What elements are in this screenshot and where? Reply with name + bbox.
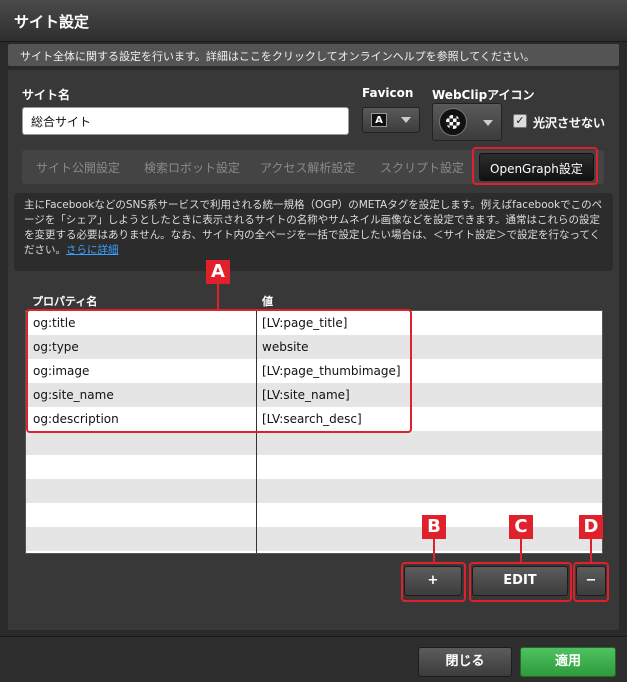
window-title: サイト設定 bbox=[14, 13, 90, 31]
close-button[interactable]: 閉じる bbox=[418, 647, 512, 677]
empty-table-row bbox=[26, 455, 602, 479]
favicon-label: Favicon bbox=[362, 86, 414, 100]
gloss-label: 光沢させない bbox=[533, 116, 606, 130]
annotation-d-box bbox=[573, 562, 609, 602]
annotation-c-line bbox=[520, 538, 522, 563]
webclip-thumbnail-icon bbox=[439, 108, 467, 136]
annotation-a-line bbox=[217, 283, 219, 310]
help-bar[interactable]: サイト全体に関する設定を行います。詳細はここをクリックしてオンラインヘルプを参照… bbox=[8, 44, 619, 66]
annotation-a-label: A bbox=[206, 260, 230, 284]
property-column-header: プロパティ名 bbox=[32, 295, 98, 308]
site-name-label: サイト名 bbox=[22, 88, 71, 102]
window-titlebar: サイト設定 bbox=[0, 0, 627, 42]
help-text[interactable]: サイト全体に関する設定を行います。詳細はここをクリックしてオンラインヘルプを参照… bbox=[20, 48, 535, 64]
annotation-c-label: C bbox=[509, 515, 533, 539]
favicon-glyph-icon: A bbox=[371, 113, 387, 127]
webclip-chevron-down-icon bbox=[483, 120, 493, 126]
gloss-checkbox[interactable]: ✓ bbox=[513, 114, 527, 128]
annotation-b-label: B bbox=[422, 515, 446, 539]
annotation-d-label: D bbox=[579, 515, 603, 539]
annotation-b-line bbox=[433, 538, 435, 563]
tab-search-robot[interactable]: 検索ロボット設定 bbox=[144, 159, 240, 176]
webclip-select[interactable] bbox=[432, 103, 502, 141]
apply-button[interactable]: 適用 bbox=[520, 647, 616, 677]
empty-table-row bbox=[26, 479, 602, 503]
tab-site-publish[interactable]: サイト公開設定 bbox=[36, 159, 120, 176]
site-name-input[interactable] bbox=[22, 107, 349, 135]
annotation-b-box bbox=[401, 562, 466, 602]
webclip-label: WebClipアイコン bbox=[432, 88, 535, 102]
tab-opengraph-highlight bbox=[472, 147, 598, 185]
favicon-chevron-down-icon bbox=[401, 117, 411, 123]
empty-table-row bbox=[26, 431, 602, 455]
tab-script[interactable]: スクリプト設定 bbox=[380, 159, 464, 176]
description-box: 主にFacebookなどのSNS系サービスで利用される統一規格（OGP）のMET… bbox=[14, 193, 613, 271]
annotation-c-box bbox=[469, 562, 572, 602]
favicon-select[interactable]: A bbox=[362, 107, 420, 133]
annotation-d-line bbox=[590, 538, 592, 563]
annotation-a-box bbox=[26, 309, 412, 433]
description-text: 主にFacebookなどのSNS系サービスで利用される統一規格（OGP）のMET… bbox=[24, 198, 604, 258]
tab-access-analytics[interactable]: アクセス解析設定 bbox=[260, 159, 355, 176]
value-column-header: 値 bbox=[262, 295, 273, 308]
more-details-link[interactable]: さらに詳細 bbox=[66, 244, 119, 256]
